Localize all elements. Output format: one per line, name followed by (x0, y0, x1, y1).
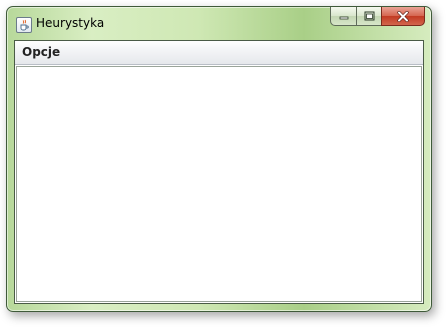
menu-opcje[interactable]: Opcje (21, 45, 61, 59)
client-area: Opcje (14, 40, 424, 304)
application-window: Heurystyka Opcje (6, 6, 432, 312)
content-panel[interactable] (16, 66, 422, 302)
window-controls (330, 7, 425, 27)
minimize-icon (339, 16, 348, 20)
maximize-button[interactable] (356, 7, 381, 26)
maximize-icon (364, 11, 374, 21)
close-button[interactable] (381, 7, 425, 26)
title-bar[interactable]: Heurystyka (7, 7, 431, 39)
java-cup-icon[interactable] (16, 17, 32, 33)
minimize-button[interactable] (330, 7, 356, 26)
window-title: Heurystyka (36, 16, 105, 30)
close-icon (397, 10, 409, 22)
menu-bar: Opcje (15, 41, 423, 65)
